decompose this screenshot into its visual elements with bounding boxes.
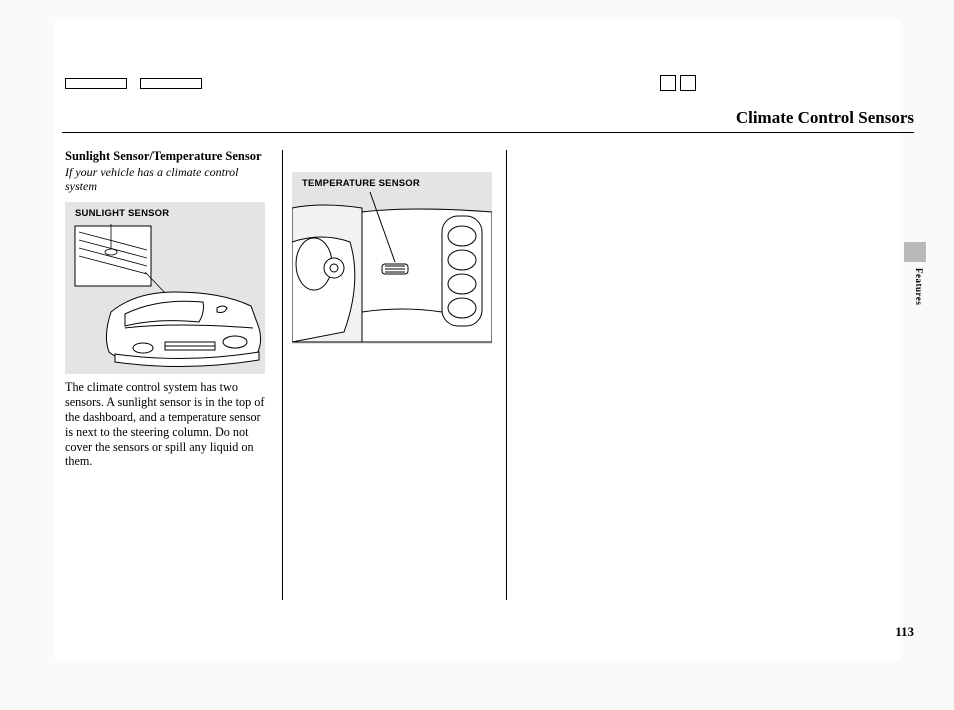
body-paragraph: The climate control system has two senso… — [65, 380, 270, 469]
column-middle: TEMPERATURE SENSOR — [292, 150, 492, 344]
manual-page: Climate Control Sensors Features 113 Sun… — [0, 0, 954, 710]
column-divider — [506, 150, 507, 600]
header-placeholder-box — [65, 78, 127, 89]
condition-note: If your vehicle has a climate control sy… — [65, 165, 270, 194]
section-subheading: Sunlight Sensor/Temperature Sensor — [65, 150, 270, 164]
sunlight-sensor-illustration — [65, 202, 265, 374]
crop-mark-square — [660, 75, 676, 91]
section-tab-label: Features — [914, 268, 924, 305]
column-divider — [282, 150, 283, 600]
figure-temperature-sensor: TEMPERATURE SENSOR — [292, 172, 492, 344]
crop-mark-square — [680, 75, 696, 91]
header-placeholder-box — [140, 78, 202, 89]
page-number: 113 — [895, 624, 914, 640]
temperature-sensor-illustration — [292, 172, 492, 344]
figure-sunlight-sensor: SUNLIGHT SENSOR — [65, 202, 265, 374]
page-title: Climate Control Sensors — [736, 108, 914, 128]
section-tab — [904, 242, 926, 262]
column-left: Sunlight Sensor/Temperature Sensor If yo… — [65, 150, 270, 469]
title-divider — [62, 132, 914, 133]
